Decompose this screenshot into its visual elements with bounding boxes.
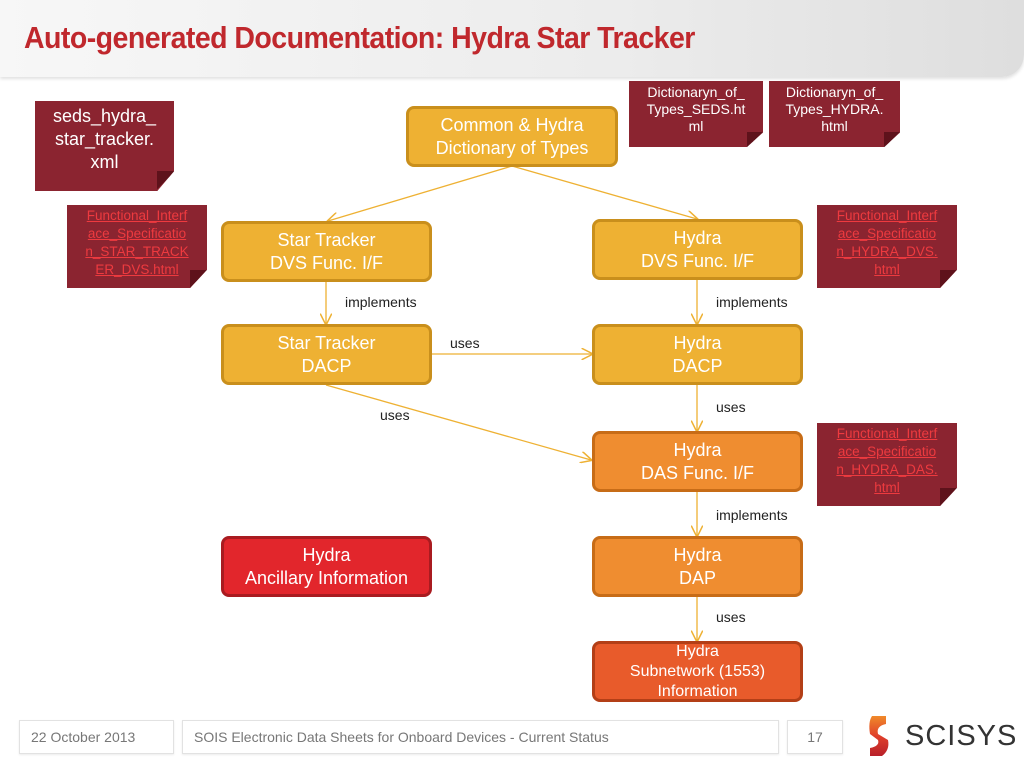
edge-label-implements: implements xyxy=(716,507,788,523)
node-star-tracker-dacp[interactable]: Star Tracker DACP xyxy=(221,324,432,385)
node-common-hydra-dictionary[interactable]: Common & Hydra Dictionary of Types xyxy=(406,106,618,167)
file-line: html xyxy=(874,480,900,495)
file-line: Dictionaryn_of_ xyxy=(785,84,884,100)
node-line: Hydra xyxy=(673,332,722,353)
file-line: ace_Specificatio xyxy=(837,226,937,241)
file-line: n_HYDRA_DAS. xyxy=(836,462,938,477)
edge-label-uses: uses xyxy=(716,399,746,415)
node-hydra-subnetwork-information[interactable]: Hydra Subnetwork (1553) Information xyxy=(592,641,803,702)
footer-presentation-title: SOIS Electronic Data Sheets for Onboard … xyxy=(182,720,779,754)
file-dictionary-types-seds-html[interactable]: Dictionaryn_of_ Types_SEDS.ht ml xyxy=(629,81,763,147)
edge-label-uses: uses xyxy=(380,407,410,423)
edge-label-implements: implements xyxy=(716,294,788,310)
node-line: Hydra xyxy=(673,544,722,565)
node-hydra-ancillary-information[interactable]: Hydra Ancillary Information xyxy=(221,536,432,597)
scisys-logo-icon xyxy=(869,716,889,756)
scisys-logo-text: SCISYS xyxy=(905,720,1018,752)
file-line: star_tracker. xyxy=(54,129,155,149)
node-line: Star Tracker xyxy=(277,229,376,250)
file-line: Types_SEDS.ht xyxy=(646,101,746,117)
file-fis-hydra-dvs-link[interactable]: Functional_Interf ace_Specificatio n_HYD… xyxy=(817,205,957,288)
file-line: html xyxy=(874,262,900,277)
file-line: seds_hydra_ xyxy=(52,106,157,126)
file-line: html xyxy=(821,118,848,134)
node-line: Hydra xyxy=(673,227,722,248)
file-line: Functional_Interf xyxy=(836,208,938,223)
node-line: DACP xyxy=(301,355,352,376)
file-line: Functional_Interf xyxy=(86,208,188,223)
node-line: DVS Func. I/F xyxy=(269,252,384,273)
file-line: Dictionaryn_of_ xyxy=(647,84,745,100)
footer-date: 22 October 2013 xyxy=(19,720,174,754)
edge-label-implements: implements xyxy=(345,294,417,310)
node-line: DAS Func. I/F xyxy=(640,462,755,483)
file-line: Types_HYDRA. xyxy=(785,101,884,117)
node-hydra-dacp[interactable]: Hydra DACP xyxy=(592,324,803,385)
edge-dictionary-to-st-dvs xyxy=(328,165,513,221)
node-hydra-dap[interactable]: Hydra DAP xyxy=(592,536,803,597)
footer-date-text: 22 October 2013 xyxy=(31,729,136,745)
footer-title-text: SOIS Electronic Data Sheets for Onboard … xyxy=(194,729,609,745)
file-line: ml xyxy=(688,118,704,134)
page-number-text: 17 xyxy=(807,729,823,745)
edge-dictionary-to-hy-dvs xyxy=(511,165,697,219)
node-hydra-dvs-func-if[interactable]: Hydra DVS Func. I/F xyxy=(592,219,803,280)
file-line: n_HYDRA_DVS. xyxy=(836,244,938,259)
node-star-tracker-dvs-func-if[interactable]: Star Tracker DVS Func. I/F xyxy=(221,221,432,282)
footer-page-number: 17 xyxy=(787,720,843,754)
node-line: DVS Func. I/F xyxy=(640,250,755,271)
node-line: Ancillary Information xyxy=(244,567,409,588)
file-line: Functional_Interf xyxy=(836,426,938,441)
node-hydra-das-func-if[interactable]: Hydra DAS Func. I/F xyxy=(592,431,803,492)
node-line: DACP xyxy=(672,355,723,376)
node-line: Information xyxy=(657,682,738,700)
node-line: Hydra xyxy=(673,439,722,460)
node-line: DAP xyxy=(678,567,716,588)
file-line: n_STAR_TRACK xyxy=(85,244,189,259)
node-line: Dictionary of Types xyxy=(435,137,589,158)
file-seds-hydra-star-tracker-xml[interactable]: seds_hydra_ star_tracker. xml xyxy=(35,101,174,191)
edge-label-uses: uses xyxy=(450,335,480,351)
edge-label-uses: uses xyxy=(716,609,746,625)
file-line: ace_Specificatio xyxy=(87,226,187,241)
node-line: Hydra xyxy=(302,544,351,565)
node-line: Star Tracker xyxy=(277,332,376,353)
edge-st-dacp-to-hy-das xyxy=(325,384,591,460)
file-line: ace_Specificatio xyxy=(837,444,937,459)
node-line: Hydra xyxy=(676,642,719,660)
file-line: ER_DVS.html xyxy=(95,262,179,277)
file-dictionary-types-hydra-html[interactable]: Dictionaryn_of_ Types_HYDRA. html xyxy=(769,81,900,147)
node-line: Common & Hydra xyxy=(440,114,584,135)
file-line: xml xyxy=(90,152,119,172)
file-fis-star-tracker-dvs-link[interactable]: Functional_Interf ace_Specificatio n_STA… xyxy=(67,205,207,288)
file-fis-hydra-das-link[interactable]: Functional_Interf ace_Specificatio n_HYD… xyxy=(817,423,957,506)
node-line: Subnetwork (1553) xyxy=(629,662,766,680)
